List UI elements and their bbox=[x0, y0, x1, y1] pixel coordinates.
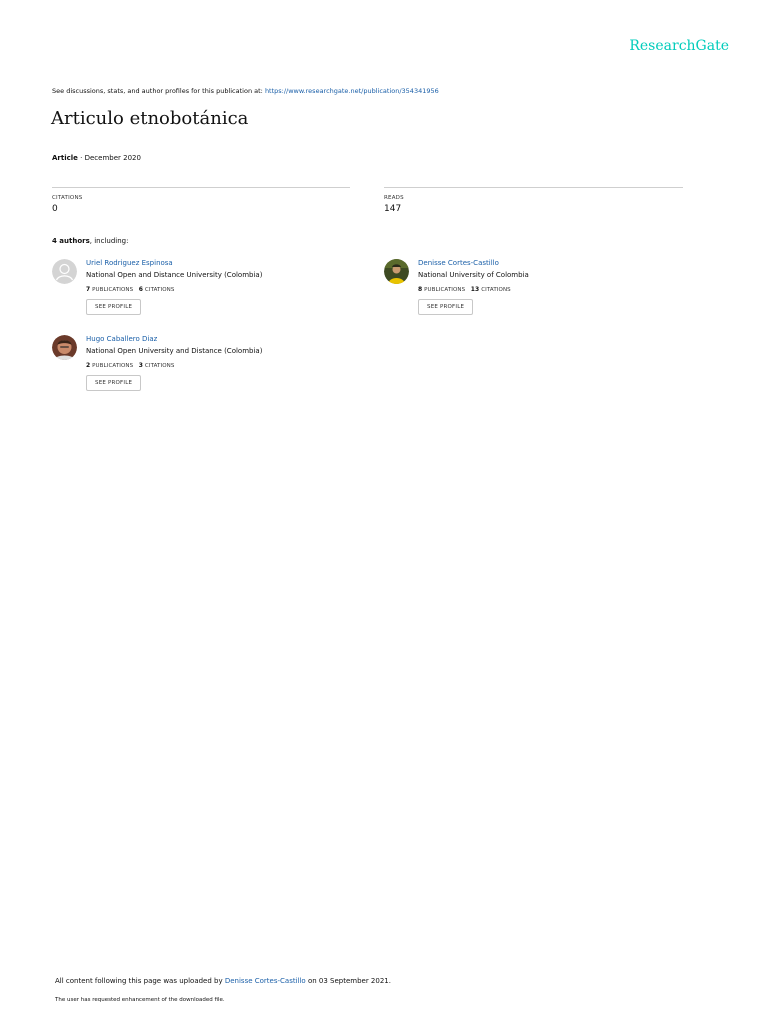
author-info: Hugo Caballero Diaz National Open Univer… bbox=[86, 335, 326, 391]
uploaded-note: All content following this page was uplo… bbox=[55, 977, 391, 985]
author-name-link[interactable]: Uriel Rodriguez Espinosa bbox=[86, 259, 326, 267]
researchgate-logo[interactable]: ResearchGate bbox=[629, 38, 729, 54]
author-name-link[interactable]: Hugo Caballero Diaz bbox=[86, 335, 326, 343]
authors-heading: 4 authors, including: bbox=[52, 237, 128, 245]
author-institution: National Open University and Distance (C… bbox=[86, 347, 263, 355]
photo-avatar-icon[interactable] bbox=[52, 335, 77, 360]
publication-type: Article bbox=[52, 154, 78, 162]
author-stats: 7 PUBLICATIONS 6 CITATIONS bbox=[86, 286, 326, 293]
uploaded-suffix: on 03 September 2021. bbox=[305, 977, 391, 985]
see-profile-button[interactable]: SEE PROFILE bbox=[86, 299, 142, 315]
citations-label: CITATIONS bbox=[52, 195, 83, 201]
reads-value: 147 bbox=[384, 204, 402, 214]
uploaded-prefix: All content following this page was uplo… bbox=[55, 977, 225, 985]
author-publications-count: 8 bbox=[418, 286, 423, 293]
author-stats: 2 PUBLICATIONS 3 CITATIONS bbox=[86, 362, 326, 369]
author-citations-count: 3 bbox=[138, 362, 144, 369]
author-publications-count: 7 bbox=[86, 286, 91, 293]
discussion-text: See discussions, stats, and author profi… bbox=[52, 87, 265, 95]
authors-count: 4 authors bbox=[52, 237, 90, 245]
author-citations-count: 13 bbox=[470, 286, 480, 293]
see-profile-button[interactable]: SEE PROFILE bbox=[86, 375, 142, 391]
placeholder-avatar-icon[interactable] bbox=[52, 259, 77, 284]
publication-date: · December 2020 bbox=[77, 154, 141, 162]
author-citations-count: 6 bbox=[138, 286, 144, 293]
see-profile-button[interactable]: SEE PROFILE bbox=[418, 299, 474, 315]
author-citations-label: CITATIONS bbox=[144, 287, 175, 293]
author-publications-label: PUBLICATIONS bbox=[92, 363, 134, 369]
discussion-line: See discussions, stats, and author profi… bbox=[52, 87, 439, 95]
author-citations-label: CITATIONS bbox=[481, 287, 511, 293]
reads-stat: READS 147 bbox=[384, 187, 683, 214]
author-info: Uriel Rodriguez Espinosa National Open a… bbox=[86, 259, 326, 315]
publication-title: Articulo etnobotánica bbox=[51, 108, 249, 129]
author-institution: National University of Colombia bbox=[418, 271, 529, 279]
publication-url-link[interactable]: https://www.researchgate.net/publication… bbox=[265, 87, 439, 95]
author-publications-label: PUBLICATIONS bbox=[92, 287, 134, 293]
author-info: Denisse Cortes-Castillo National Univers… bbox=[418, 259, 658, 315]
citations-value: 0 bbox=[52, 204, 58, 214]
photo-avatar-icon[interactable] bbox=[384, 259, 409, 284]
author-institution: National Open and Distance University (C… bbox=[86, 271, 263, 279]
author-stats: 8 PUBLICATIONS 13 CITATIONS bbox=[418, 286, 658, 293]
reads-label: READS bbox=[384, 195, 404, 201]
enhancement-note: The user has requested enhancement of th… bbox=[55, 997, 225, 1003]
author-name-link[interactable]: Denisse Cortes-Castillo bbox=[418, 259, 658, 267]
author-publications-count: 2 bbox=[86, 362, 91, 369]
uploader-link[interactable]: Denisse Cortes-Castillo bbox=[225, 977, 306, 985]
publication-meta: Article · December 2020 bbox=[52, 154, 141, 162]
author-citations-label: CITATIONS bbox=[144, 363, 175, 369]
authors-suffix: , including: bbox=[89, 237, 129, 245]
author-publications-label: PUBLICATIONS bbox=[424, 287, 466, 293]
citations-stat: CITATIONS 0 bbox=[52, 187, 350, 214]
